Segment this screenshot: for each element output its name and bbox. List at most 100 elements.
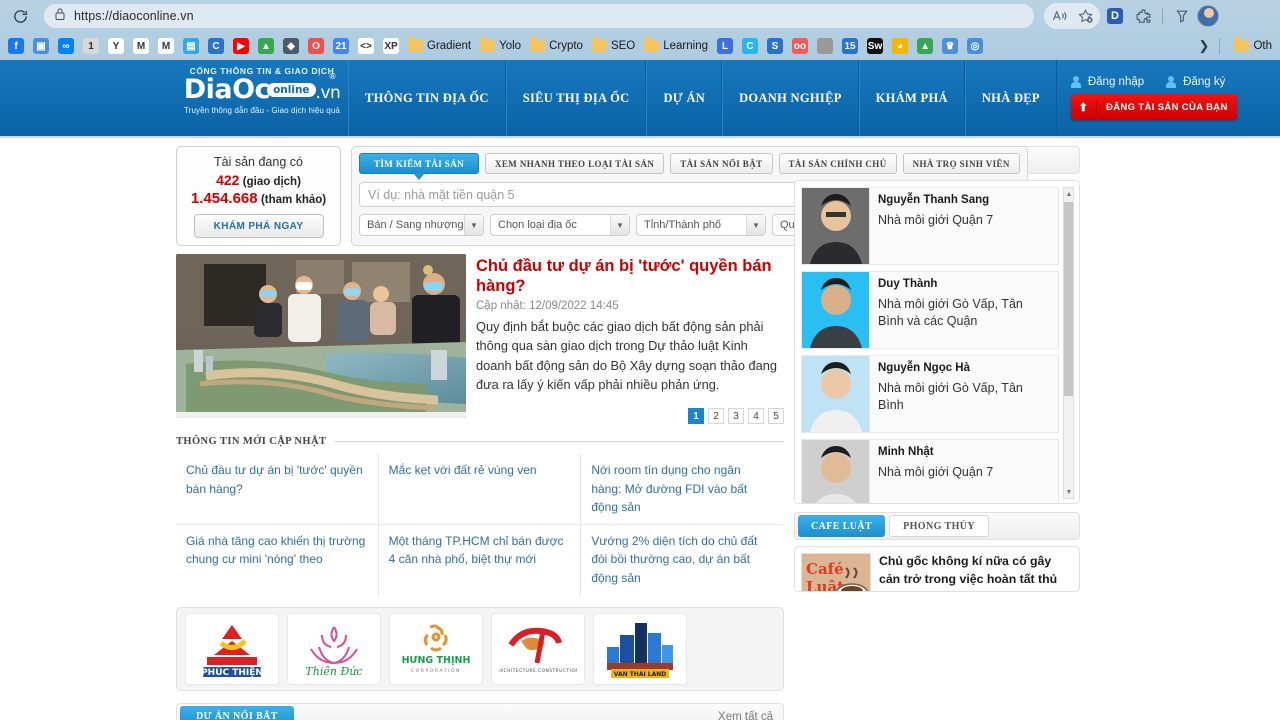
scroll-down-arrow[interactable]: ▼	[1065, 487, 1073, 497]
tab-featured-projects[interactable]: DỰ ÁN NỔI BẬT	[180, 705, 294, 720]
bookmark-label: Crypto	[549, 40, 583, 52]
search-tab-1[interactable]: TÌM KIẾM TÀI SẢN	[359, 153, 479, 180]
bookmark-youtube-icon[interactable]: ▶	[229, 36, 253, 56]
nav-item-1[interactable]: THÔNG TIN ĐỊA ỐC	[348, 60, 506, 136]
search-tab-5[interactable]: NHÀ TRỌ SINH VIÊN	[902, 153, 1020, 174]
register-link[interactable]: Đăng ký	[1166, 76, 1225, 88]
hero-page-4[interactable]: 4	[748, 408, 764, 424]
search-tab-2[interactable]: XEM NHANH THEO LOẠI TÀI SẢN	[485, 153, 665, 174]
bookmark-opera-icon[interactable]: O	[304, 36, 328, 56]
hero-title[interactable]: Chủ đầu tư dự án bị 'tước' quyền bán hàn…	[476, 256, 784, 296]
bookmark-diamond-icon[interactable]: ◆	[279, 36, 303, 56]
bookmark-oo-icon[interactable]: oo	[788, 36, 812, 56]
read-aloud-icon[interactable]	[1046, 3, 1072, 29]
collections-icon[interactable]	[1169, 3, 1195, 29]
news-item[interactable]: Giá nhà tăng cao khiến thị trường chung …	[176, 524, 379, 595]
nav-item-3[interactable]: DỰ ÁN	[646, 60, 723, 136]
agents-scrollbar[interactable]: ▲ ▼	[1063, 187, 1074, 499]
nav-item-5[interactable]: KHÁM PHÁ	[858, 60, 965, 136]
post-property-button[interactable]: ⬆ ĐĂNG TÀI SẢN CỦA BẠN	[1070, 94, 1237, 120]
site-logo[interactable]: CỔNG THÔNG TIN & GIAO DỊCH ® DiaOc online.…	[176, 60, 348, 136]
bookmark-crown-icon[interactable]: ♛	[938, 36, 962, 56]
bookmark-coursera-icon[interactable]: C	[204, 36, 228, 56]
partner-logo-cp[interactable]: ARCHITECTURE CONSTRUCTION	[491, 612, 585, 685]
partner-logo-thien-duc[interactable]: Thiên Đức	[287, 612, 381, 685]
login-link[interactable]: Đăng nhập	[1070, 76, 1144, 88]
address-bar[interactable]: https://diaoconline.vn	[44, 4, 1034, 28]
news-item[interactable]: Chủ đầu tư dự án bị 'tước' quyền bán hàn…	[176, 454, 379, 525]
hero-page-3[interactable]: 3	[728, 408, 744, 424]
bookmark-un-icon[interactable]: ◎	[963, 36, 987, 56]
hero-page-1[interactable]: 1	[688, 408, 704, 424]
reload-icon[interactable]	[6, 2, 34, 30]
chevron-right-icon[interactable]: ❯	[1199, 38, 1210, 54]
bookmark-bird-icon[interactable]: ◕	[888, 36, 912, 56]
agent-name: Nguyễn Thanh Sang	[878, 194, 990, 206]
hero-page-5[interactable]: 5	[768, 408, 784, 424]
partner-logo-van-thai-land[interactable]: VAN THAI LAND	[593, 612, 687, 685]
bookmark-seo[interactable]: SEO	[588, 37, 639, 54]
bookmark-apple-icon[interactable]	[813, 36, 837, 56]
nav-item-4[interactable]: DOANH NGHIỆP	[722, 60, 859, 136]
bookmark-learning[interactable]: Learning	[640, 37, 712, 54]
bookmark-note-app-icon[interactable]: 1	[79, 36, 103, 56]
news-item[interactable]: Một tháng TP.HCM chỉ bán được 4 căn nhà …	[379, 524, 582, 595]
bookmark-google-calendar-icon[interactable]: 21	[329, 36, 353, 56]
bookmark-gmail-2-icon[interactable]: M	[154, 36, 178, 56]
property-type-select[interactable]: Chọn loại địa ốc ▼	[490, 214, 630, 236]
bookmark-other[interactable]: Oth	[1230, 37, 1276, 54]
un-icon: ◎	[967, 38, 984, 54]
hero-page-2[interactable]: 2	[708, 408, 724, 424]
bookmark-gmail-icon[interactable]: M	[129, 36, 153, 56]
scrollbar-thumb[interactable]	[1064, 202, 1073, 396]
counter-reference: 1.454.668 (tham khảo)	[183, 190, 334, 207]
agent-card[interactable]: Nguyễn Thanh Sang Nhà môi giới Quận 7	[801, 187, 1059, 265]
news-item[interactable]: Mắc kẹt với đất rẻ vùng ven	[378, 454, 582, 525]
cafe-article-title[interactable]: Chủ gốc không kí nữa có gây cản trở tron…	[879, 553, 1073, 591]
bookmark-meta-icon[interactable]: ∞	[54, 36, 78, 56]
bookmark-chart-app-icon[interactable]: ▤	[179, 36, 203, 56]
auth-links: Đăng nhập Đăng ký	[1070, 76, 1280, 88]
news-item[interactable]: Vướng 2% diện tích do chủ đất đòi bồi th…	[581, 525, 784, 595]
search-tabs: TÌM KIẾM TÀI SẢN XEM NHANH THEO LOẠI TÀI …	[359, 153, 1020, 180]
hero-image[interactable]	[176, 254, 466, 418]
bookmark-facebook-icon[interactable]: f	[4, 36, 28, 56]
bookmark-calendar-15-icon[interactable]: 15	[838, 36, 862, 56]
bookmark-code-icon[interactable]: <>	[354, 36, 378, 56]
bookmark-you-icon[interactable]: Y	[104, 36, 128, 56]
profile-avatar[interactable]	[1197, 5, 1219, 27]
bookmark-c-circle-icon[interactable]: C	[738, 36, 762, 56]
scroll-up-arrow[interactable]: ▲	[1065, 189, 1073, 199]
bookmark-s-icon[interactable]: S	[763, 36, 787, 56]
province-select[interactable]: Tỉnh/Thành phố ▼	[636, 214, 766, 236]
bookmark-gradient[interactable]: Gradient	[404, 37, 475, 54]
agent-card[interactable]: Minh Nhật Nhà môi giới Quận 7	[801, 439, 1059, 503]
bookmark-video-app-icon[interactable]: ▣	[29, 36, 53, 56]
agent-card[interactable]: Nguyễn Ngọc Hà Nhà môi giới Gò Vấp, Tân B…	[801, 355, 1059, 433]
bookmark-xp-icon[interactable]: XP	[379, 36, 403, 56]
partner-logo-phuc-thien[interactable]: PHÚC THIỆN	[185, 612, 279, 685]
news-item[interactable]: Nới room tín dụng cho ngân hàng: Mở đườn…	[581, 454, 784, 525]
bookmark-l-circle-icon[interactable]: L	[713, 36, 737, 56]
transaction-type-select[interactable]: Bán / Sang nhượng ▼	[359, 214, 484, 236]
google-calendar-icon: 21	[333, 38, 349, 54]
tab-cafe-luat[interactable]: CAFE LUẬT	[798, 515, 886, 537]
search-tab-3[interactable]: TÀI SẢN NỔI BẬT	[670, 153, 773, 174]
search-tab-4[interactable]: TÀI SẢN CHÍNH CHỦ	[778, 153, 897, 174]
agent-card[interactable]: Duy Thành Nhà môi giới Gò Vấp, Tân Bình v…	[801, 271, 1059, 349]
nav-item-6[interactable]: NHÀ ĐẸP	[964, 60, 1057, 136]
bookmark-sw-icon[interactable]: Sw	[863, 36, 887, 56]
extension-d-icon[interactable]: D	[1102, 3, 1128, 29]
bookmark-crypto[interactable]: Crypto	[526, 37, 587, 54]
extension-icon[interactable]	[1130, 3, 1156, 29]
bookmark-drive-icon[interactable]: ▲	[913, 36, 937, 56]
explore-now-button[interactable]: KHÁM PHÁ NGAY	[193, 214, 324, 238]
nav-item-2[interactable]: SIÊU THỊ ĐỊA ỐC	[505, 60, 647, 136]
bookmark-yolo[interactable]: Yolo	[476, 37, 525, 54]
cafe-luat-thumbnail[interactable]: Café Luật	[801, 553, 871, 591]
partner-logo-hung-thinh[interactable]: HƯNG THỊNH CORPORATION	[389, 612, 483, 685]
tab-phong-thuy[interactable]: PHONG THỦY	[889, 515, 989, 537]
bookmark-google-drive-icon[interactable]: ▲	[254, 36, 278, 56]
add-favorite-icon[interactable]	[1072, 3, 1098, 29]
view-all-projects-link[interactable]: Xem tất cả	[718, 711, 773, 720]
